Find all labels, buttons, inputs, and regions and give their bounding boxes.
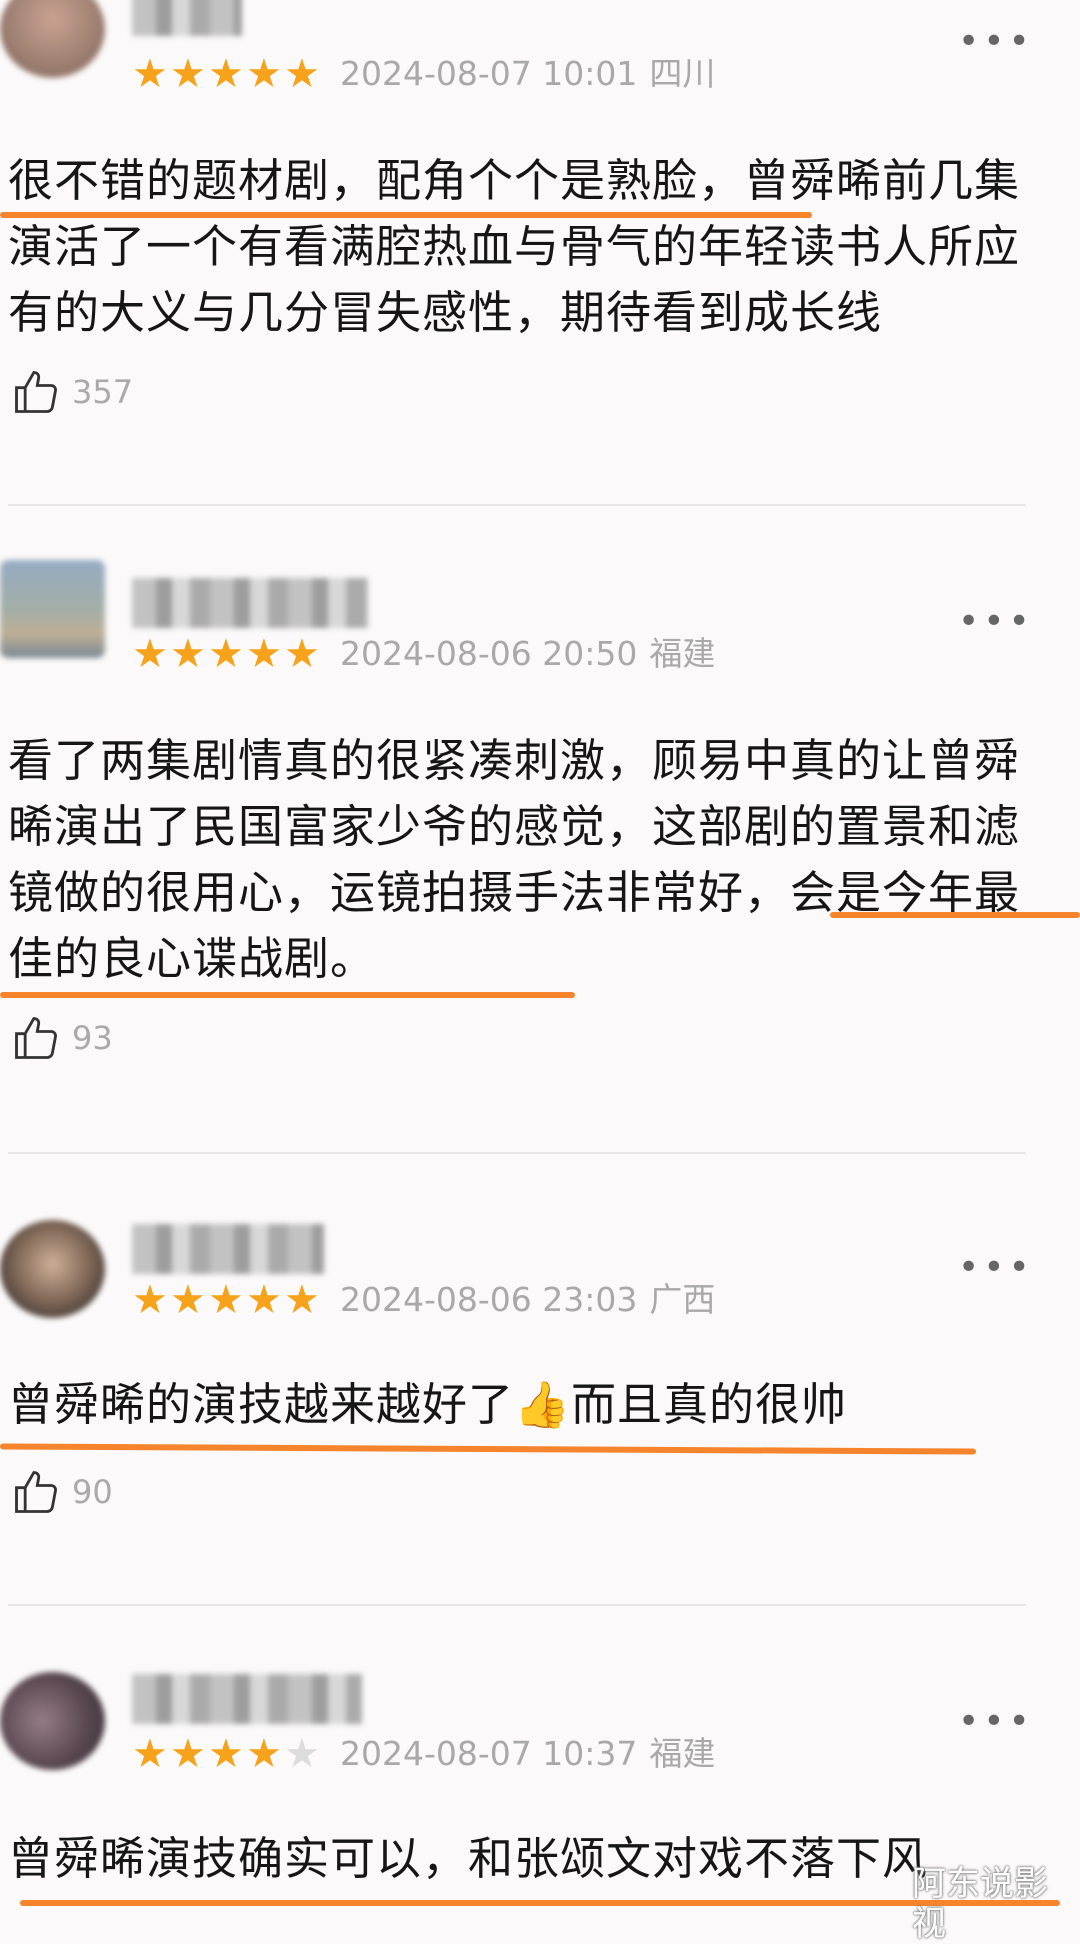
review-date: 2024-08-07 10:37 <box>340 1734 638 1773</box>
username-blurred[interactable] <box>132 1674 362 1724</box>
star-empty-icon: ★ <box>284 1731 320 1777</box>
review-text: 曾舜晞演技确实可以，和张颂文对戏不落下风 <box>8 1832 929 1885</box>
more-options-icon[interactable]: ••• <box>958 1704 1034 1740</box>
star-icon: ★ <box>208 1731 244 1777</box>
watermark: 阿东说影视 <box>912 1864 1048 1944</box>
rating-stars: ★ ★ ★ ★ ★ <box>132 1734 322 1774</box>
review-meta: 2024-08-07 10:37 福建 <box>340 1734 715 1774</box>
avatar[interactable] <box>0 1672 105 1770</box>
star-icon: ★ <box>132 1731 168 1777</box>
review-location: 福建 <box>649 1734 716 1773</box>
review-card: ★ ★ ★ ★ ★ 2024-08-07 10:37 福建 ••• 曾舜晞演技确实… <box>0 0 1080 1920</box>
star-icon: ★ <box>246 1731 282 1777</box>
star-icon: ★ <box>170 1731 206 1777</box>
highlight-underline <box>20 1900 1060 1906</box>
